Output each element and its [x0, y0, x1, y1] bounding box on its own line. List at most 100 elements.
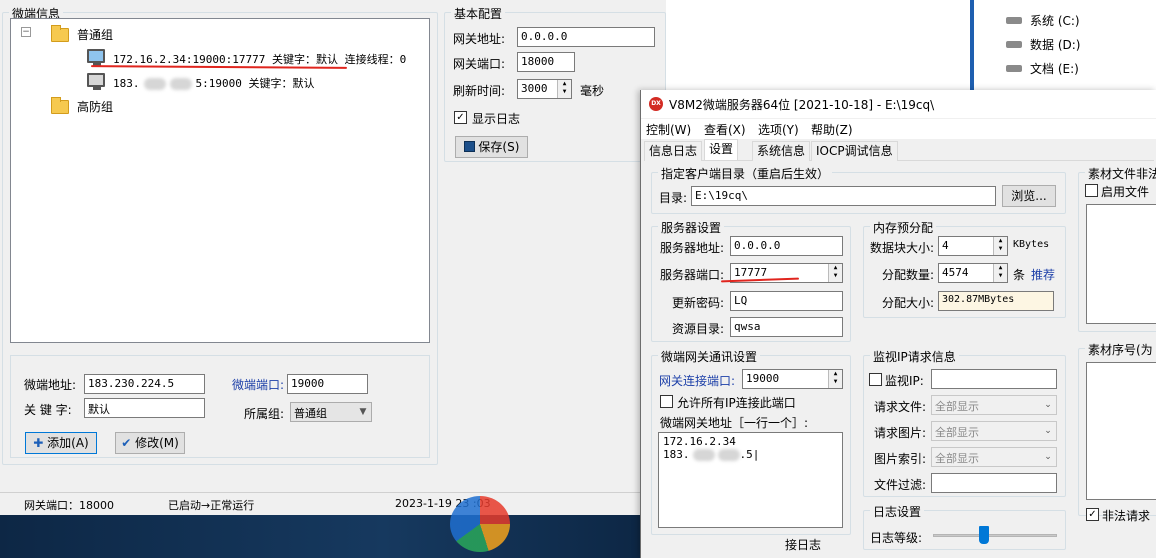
- block-size-spinner[interactable]: 4 ▲ ▼: [938, 236, 1008, 256]
- window-title-bar[interactable]: DX V8M2微端服务器64位 [2021-10-18] - E:\19cq\: [641, 90, 1156, 118]
- modify-button[interactable]: ✔ 修改(M): [115, 432, 185, 454]
- recommend-link[interactable]: 推荐: [1031, 266, 1055, 283]
- image-index-select[interactable]: 全部显示 ⌄: [931, 447, 1057, 467]
- tab-system-info[interactable]: 系统信息: [752, 141, 811, 161]
- menu-control[interactable]: 控制(W): [646, 121, 691, 138]
- tree-server-entry-2[interactable]: 183. 5:19000 关键字：默认: [113, 75, 314, 91]
- redaction-blur: [717, 449, 740, 461]
- port-input[interactable]: 19000: [287, 374, 368, 394]
- server-settings-title: 服务器设置: [658, 219, 725, 236]
- gateway-port-input[interactable]: 18000: [517, 52, 575, 72]
- refresh-value: 3000: [521, 82, 548, 95]
- gateway-address-line: 172.16.2.34: [663, 435, 736, 448]
- allow-all-ip-label: 允许所有IP连接此端口: [677, 396, 796, 410]
- browse-button[interactable]: 浏览...: [1002, 185, 1056, 207]
- spinner-arrows-icon[interactable]: ▲ ▼: [557, 80, 571, 98]
- alloc-count-spinner[interactable]: 4574 ▲ ▼: [938, 263, 1008, 283]
- enable-file-checkbox[interactable]: [1085, 184, 1098, 197]
- chevron-down-icon: ⌄: [1044, 400, 1052, 410]
- gateway-addr-input[interactable]: 0.0.0.0: [517, 27, 655, 47]
- gateway-line-suffix: .5: [739, 448, 753, 461]
- explorer-strip: [666, 0, 970, 90]
- check-icon: ✔: [121, 436, 132, 450]
- drive-icon: [1006, 41, 1022, 48]
- block-size-value: 4: [942, 239, 949, 252]
- computer-icon: [87, 73, 105, 90]
- menu-help[interactable]: 帮助(Z): [811, 121, 853, 138]
- menu-options[interactable]: 选项(Y): [758, 121, 799, 138]
- refresh-label: 刷新时间:: [453, 84, 506, 98]
- spinner-arrows-icon[interactable]: ▲ ▼: [828, 264, 842, 282]
- slider-thumb[interactable]: [979, 526, 989, 544]
- material-seq-list[interactable]: [1086, 362, 1156, 500]
- status-port: 网关端口：18000: [24, 499, 114, 512]
- modify-button-label: 修改(M): [135, 436, 179, 450]
- gateway-conn-port-spinner[interactable]: 19000 ▲ ▼: [742, 369, 843, 389]
- alloc-count-unit: 条: [1013, 268, 1026, 282]
- redaction-blur: [143, 78, 166, 90]
- watermark-logo: [450, 496, 510, 552]
- memory-title: 内存预分配: [870, 219, 937, 236]
- spinner-arrows-icon[interactable]: ▲ ▼: [993, 264, 1007, 282]
- update-pwd-input[interactable]: LQ: [730, 291, 843, 311]
- file-filter-input[interactable]: [931, 473, 1057, 493]
- floppy-icon: [463, 141, 475, 152]
- gateway-comm-title: 微端网关通讯设置: [658, 348, 761, 365]
- illegal-request-checkbox[interactable]: ✓: [1086, 508, 1099, 521]
- request-file-value: 全部显示: [935, 400, 979, 413]
- tab-info-log[interactable]: 信息日志: [644, 141, 703, 161]
- computer-icon: [87, 49, 105, 66]
- save-button[interactable]: 保存(S): [455, 136, 528, 158]
- server-addr-label: 服务器地址:: [660, 241, 725, 255]
- spinner-arrows-icon[interactable]: ▲ ▼: [993, 237, 1007, 255]
- res-dir-input[interactable]: qwsa: [730, 317, 843, 337]
- add-button[interactable]: ✚ 添加(A): [25, 432, 97, 454]
- drive-e[interactable]: 文档 (E:): [1030, 60, 1079, 77]
- monitor-ip-input[interactable]: [931, 369, 1057, 389]
- tab-settings[interactable]: 设置: [704, 139, 739, 160]
- drive-d[interactable]: 数据 (D:): [1030, 36, 1080, 53]
- tab-iocp-debug[interactable]: IOCP调试信息: [811, 141, 898, 161]
- server-tree[interactable]: − 普通组 172.16.2.34:19000:17777 关键字：默认 连接线…: [10, 18, 430, 343]
- tree-group-normal[interactable]: 普通组: [77, 26, 113, 43]
- block-size-label: 数据块大小:: [870, 241, 935, 255]
- spinner-arrows-icon[interactable]: ▲ ▼: [828, 370, 842, 388]
- file-filter-label: 文件过滤:: [874, 478, 927, 492]
- refresh-spinner[interactable]: 3000 ▲ ▼: [517, 79, 572, 99]
- allow-all-ip-checkbox[interactable]: [660, 395, 673, 408]
- gateway-conn-port-value: 19000: [746, 372, 780, 385]
- server-window: DX V8M2微端服务器64位 [2021-10-18] - E:\19cq\ …: [640, 90, 1156, 558]
- server-addr-input[interactable]: 0.0.0.0: [730, 236, 843, 256]
- chevron-down-icon: ▼: [359, 407, 367, 417]
- log-level-slider[interactable]: [933, 526, 1057, 546]
- plus-icon: ✚: [33, 436, 44, 450]
- keyword-input[interactable]: 默认: [84, 398, 205, 418]
- request-image-select[interactable]: 全部显示 ⌄: [931, 421, 1057, 441]
- request-file-select[interactable]: 全部显示 ⌄: [931, 395, 1057, 415]
- group-select-value: 普通组: [294, 407, 327, 420]
- res-dir-label: 资源目录:: [672, 322, 725, 336]
- gateway-list-label: 微端网关地址［一行一个］:: [660, 416, 809, 430]
- menu-view[interactable]: 查看(X): [704, 121, 746, 138]
- log-hint: 接日志: [785, 538, 822, 552]
- server-suffix: 5:19000 关键字：默认: [195, 77, 315, 90]
- gateway-address-textarea[interactable]: 172.16.2.34 183. .5|: [658, 432, 843, 528]
- client-dir-input[interactable]: E:\19cq\: [691, 186, 996, 206]
- monitor-ip-label: 监视IP:: [885, 374, 924, 388]
- show-log-checkbox[interactable]: ✓: [454, 111, 467, 124]
- gateway-address-line: 183. .5|: [663, 448, 838, 461]
- drive-c[interactable]: 系统 (C:): [1030, 12, 1080, 29]
- menu-bar: 控制(W) 查看(X) 选项(Y) 帮助(Z): [641, 119, 1156, 139]
- enable-file-label: 启用文件: [1101, 185, 1150, 199]
- tree-collapse-toggle[interactable]: −: [21, 27, 31, 37]
- group-select[interactable]: 普通组 ▼: [290, 402, 372, 422]
- status-state: 已启动→正常运行: [168, 499, 255, 512]
- show-log-label: 显示日志: [472, 112, 521, 126]
- material-file-list[interactable]: [1086, 204, 1156, 324]
- client-dir-label: 目录:: [659, 191, 688, 205]
- monitor-ip-title: 监视IP请求信息: [870, 348, 959, 365]
- monitor-ip-checkbox[interactable]: [869, 373, 882, 386]
- tree-group-ddos[interactable]: 高防组: [77, 98, 113, 115]
- addr-input[interactable]: 183.230.224.5: [84, 374, 205, 394]
- chevron-down-icon: ⌄: [1044, 426, 1052, 436]
